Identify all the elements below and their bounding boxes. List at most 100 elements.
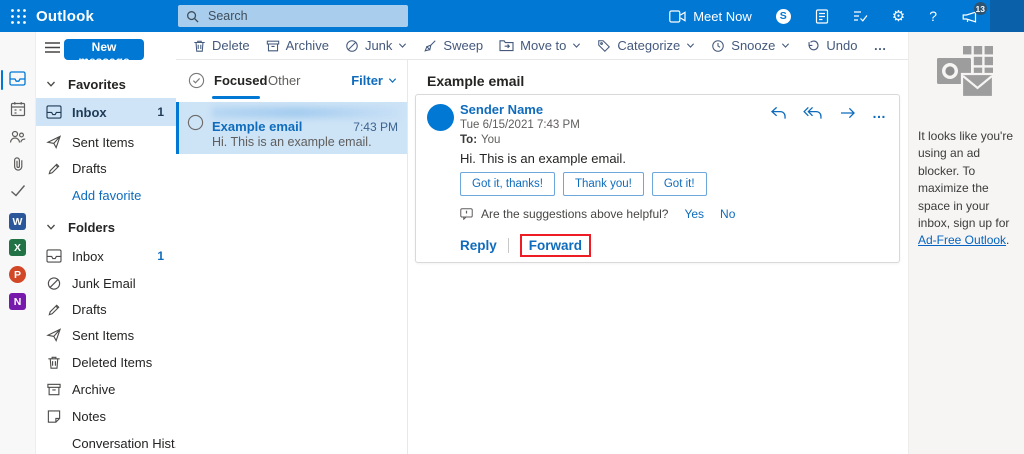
folder-pane: New message Favorites Inbox 1 Sent Items… <box>36 32 176 454</box>
undo-button[interactable]: Undo <box>798 38 865 53</box>
trash-icon <box>46 355 62 370</box>
folder-deleted[interactable]: Deleted Items <box>36 349 176 375</box>
my-day-button[interactable] <box>841 0 880 32</box>
filter-button[interactable]: Filter <box>351 73 397 88</box>
sidebar-item-sent-favorite[interactable]: Sent Items <box>36 129 176 155</box>
ad-text-after: . <box>1006 233 1009 247</box>
divider <box>508 238 509 253</box>
message-list-pane: Focused Other Filter Example email 7:43 … <box>176 60 408 454</box>
archive-icon <box>266 39 280 53</box>
unread-count: 1 <box>157 249 164 263</box>
send-icon <box>46 328 62 342</box>
add-favorite-button[interactable]: Add favorite <box>36 182 176 208</box>
reply-all-icon-button[interactable] <box>803 106 823 120</box>
categorize-button[interactable]: Categorize <box>589 38 703 53</box>
forward-button[interactable]: Forward <box>529 238 582 253</box>
hamburger-icon <box>45 42 60 53</box>
tab-focused[interactable]: Focused <box>214 73 267 88</box>
settings-button[interactable]: ⚙ <box>880 0 917 32</box>
attachments-nav-button[interactable] <box>0 156 35 172</box>
junk-button[interactable]: Junk <box>337 38 415 53</box>
app-title: Outlook <box>36 8 94 25</box>
help-icon: ? <box>929 8 937 24</box>
pencil-icon <box>46 161 62 176</box>
feedback-yes-button[interactable]: Yes <box>684 207 704 221</box>
suggested-reply-button[interactable]: Got it! <box>652 172 707 196</box>
folder-conversation-history[interactable]: Conversation Hist... <box>36 430 176 454</box>
sweep-button[interactable]: Sweep <box>415 38 491 53</box>
sender-avatar[interactable] <box>427 104 454 131</box>
search-box[interactable] <box>178 5 408 27</box>
folder-drafts[interactable]: Drafts <box>36 296 176 322</box>
folder-archive[interactable]: Archive <box>36 376 176 402</box>
trash-icon <box>193 39 206 53</box>
video-camera-icon <box>669 10 686 23</box>
tab-other[interactable]: Other <box>268 73 301 88</box>
recipient-line: To:You <box>460 134 500 146</box>
message-list-header: Focused Other Filter <box>176 60 407 102</box>
ad-free-outlook-link[interactable]: Ad-Free Outlook <box>918 233 1006 247</box>
message-select-radio[interactable] <box>187 114 204 131</box>
people-nav-button[interactable] <box>0 129 35 144</box>
folder-inbox[interactable]: Inbox 1 <box>36 243 176 269</box>
search-input[interactable] <box>206 8 408 24</box>
snooze-button[interactable]: Snooze <box>703 38 798 53</box>
message-actions: … <box>770 106 886 120</box>
select-all-button[interactable] <box>188 72 205 89</box>
inbox-icon <box>46 105 62 119</box>
new-message-button[interactable]: New message <box>64 39 144 60</box>
chevron-down-icon <box>388 76 397 85</box>
archive-icon <box>46 382 62 397</box>
to-value[interactable]: You <box>481 134 500 146</box>
suggestions-feedback: Are the suggestions above helpful? Yes N… <box>460 207 735 221</box>
forward-icon-button[interactable] <box>839 106 856 120</box>
notes-feed-button[interactable] <box>803 0 841 32</box>
chevron-down-icon <box>46 222 56 232</box>
help-button[interactable]: ? <box>917 0 949 32</box>
account-button[interactable] <box>990 0 1024 32</box>
archive-button[interactable]: Archive <box>258 38 337 53</box>
folders-section-header[interactable]: Folders <box>36 215 176 239</box>
onenote-nav-button[interactable]: N <box>0 293 35 310</box>
move-to-button[interactable]: Move to <box>491 38 589 53</box>
word-nav-button[interactable]: W <box>0 213 35 230</box>
suggested-reply-button[interactable]: Thank you! <box>563 172 644 196</box>
skype-button[interactable]: S <box>764 0 803 32</box>
todo-nav-button[interactable] <box>0 184 35 197</box>
more-commands-button[interactable]: … <box>865 38 895 53</box>
powerpoint-nav-button[interactable]: P <box>0 266 35 283</box>
mail-list-item[interactable]: Example email 7:43 PM Hi. This is an exa… <box>176 102 407 154</box>
folder-notes[interactable]: Notes <box>36 403 176 429</box>
mail-nav-button[interactable] <box>0 71 35 86</box>
note-icon <box>46 409 62 424</box>
circle-icon <box>187 114 204 131</box>
clock-icon <box>711 39 725 53</box>
collapse-pane-button[interactable] <box>45 42 60 53</box>
delete-button[interactable]: Delete <box>185 38 258 53</box>
gear-icon: ⚙ <box>892 9 905 24</box>
excel-icon: X <box>9 239 26 256</box>
quick-reply-row: Reply Forward <box>460 234 591 257</box>
chevron-down-icon <box>398 41 407 50</box>
sender-name[interactable]: Sender Name <box>460 102 543 117</box>
folder-sent[interactable]: Sent Items <box>36 322 176 348</box>
reply-button[interactable]: Reply <box>460 238 497 253</box>
reply-icon-button[interactable] <box>770 106 787 120</box>
email-card: Sender Name Tue 6/15/2021 7:43 PM To:You <box>415 94 900 263</box>
app-launcher-button[interactable] <box>0 0 36 32</box>
calendar-nav-button[interactable] <box>0 101 35 117</box>
chevron-down-icon <box>686 41 695 50</box>
feedback-button[interactable]: 13 <box>949 0 990 32</box>
sidebar-item-drafts-favorite[interactable]: Drafts <box>36 155 176 181</box>
chevron-down-icon <box>781 41 790 50</box>
broom-icon <box>423 39 437 53</box>
suggested-reply-button[interactable]: Got it, thanks! <box>460 172 555 196</box>
folder-junk[interactable]: Junk Email <box>36 270 176 296</box>
feedback-no-button[interactable]: No <box>720 207 735 221</box>
favorites-section-header[interactable]: Favorites <box>36 72 176 96</box>
excel-nav-button[interactable]: X <box>0 239 35 256</box>
meet-now-button[interactable]: Meet Now <box>657 0 764 32</box>
reading-pane: Example email Sender Name Tue 6/15/2021 … <box>408 60 908 454</box>
sidebar-item-inbox-favorite[interactable]: Inbox 1 <box>36 98 176 126</box>
more-actions-button[interactable]: … <box>872 106 886 120</box>
